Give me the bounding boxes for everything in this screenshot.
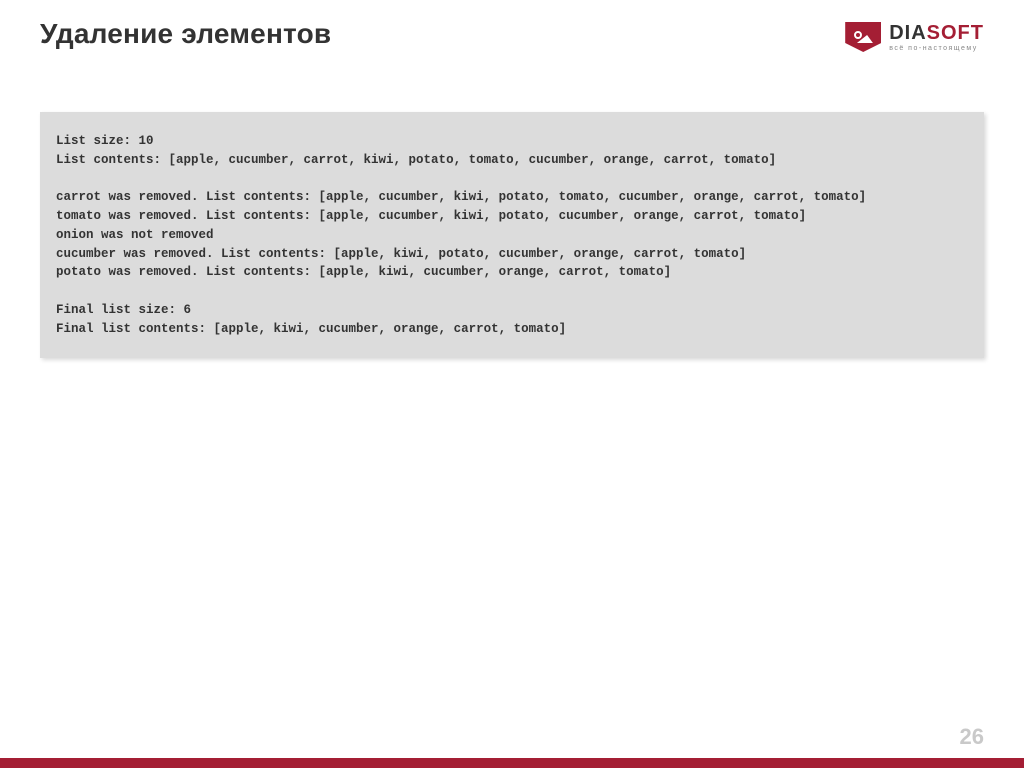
diasoft-logo: DIASOFT всё по-настоящему	[845, 22, 984, 52]
logo-name-dia: DIA	[889, 22, 926, 44]
page-number: 26	[960, 724, 984, 750]
logo-name: DIASOFT	[889, 23, 984, 43]
logo-name-soft: SOFT	[927, 22, 984, 44]
logo-tagline: всё по-настоящему	[889, 45, 984, 52]
slide-header: Удаление элементов DIASOFT всё по-настоя…	[0, 0, 1024, 52]
slide-title: Удаление элементов	[40, 18, 331, 50]
logo-text: DIASOFT всё по-настоящему	[889, 23, 984, 52]
code-output-block: List size: 10 List contents: [apple, cuc…	[40, 112, 984, 358]
slide-footer: 26	[0, 724, 1024, 768]
logo-mark-icon	[845, 22, 881, 52]
footer-brand-bar	[0, 758, 1024, 768]
